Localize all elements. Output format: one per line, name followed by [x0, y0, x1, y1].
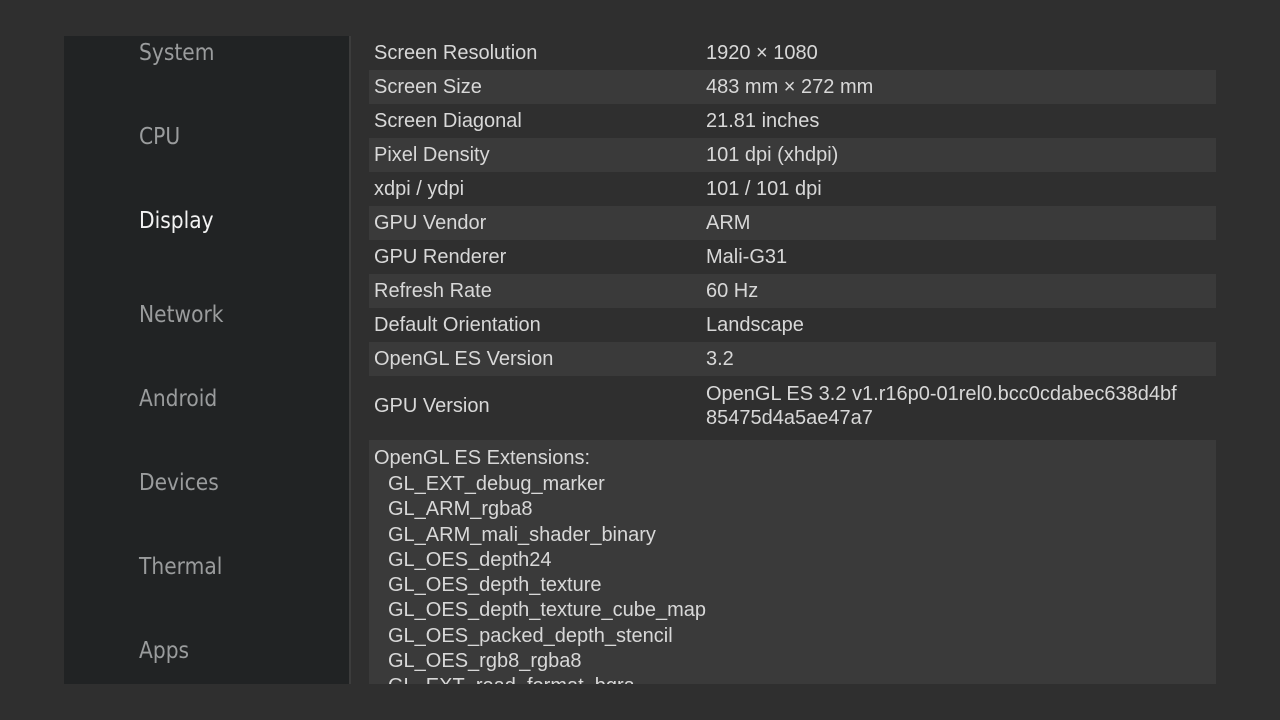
sidebar-item-apps[interactable]: Apps — [139, 638, 189, 664]
row-label: OpenGL ES Version — [374, 347, 554, 370]
row-value: 21.81 inches — [706, 110, 820, 132]
info-row-gpu-version: GPU Version OpenGL ES 3.2 v1.r16p0-01rel… — [369, 376, 1216, 436]
row-label: Pixel Density — [374, 143, 490, 166]
row-value: 101 / 101 dpi — [706, 178, 822, 200]
row-label: GPU Vendor — [374, 211, 487, 234]
sidebar-item-system[interactable]: System — [139, 40, 214, 66]
row-value: OpenGL ES 3.2 v1.r16p0-01rel0.bcc0cdabec… — [706, 382, 1216, 430]
info-row-opengl-es-version: OpenGL ES Version 3.2 — [369, 342, 1216, 376]
extension-item: GL_OES_packed_depth_stencil — [388, 624, 673, 647]
sidebar-item-thermal[interactable]: Thermal — [139, 554, 222, 580]
extensions-title: OpenGL ES Extensions: — [374, 447, 591, 469]
extension-item: GL_OES_depth_texture — [388, 574, 602, 597]
extension-item: GL_OES_depth_texture_cube_map — [388, 599, 706, 622]
display-info-panel[interactable]: Screen Resolution 1920 × 1080 Screen Siz… — [369, 36, 1216, 684]
row-label: GPU Renderer — [374, 245, 507, 268]
gpu-version-line-1: OpenGL ES 3.2 v1.r16p0-01rel0.bcc0cdabec… — [706, 383, 1177, 405]
info-row-refresh-rate: Refresh Rate 60 Hz — [369, 274, 1216, 308]
info-row-default-orientation: Default Orientation Landscape — [369, 308, 1216, 342]
info-row-xdpi-ydpi: xdpi / ydpi 101 / 101 dpi — [369, 172, 1216, 206]
extensions-list: GL_EXT_debug_marker GL_ARM_rgba8 GL_ARM_… — [369, 472, 1216, 684]
extension-item: GL_OES_depth24 — [388, 548, 552, 571]
row-value: ARM — [706, 212, 751, 234]
sidebar-item-devices[interactable]: Devices — [139, 470, 219, 496]
row-label: Screen Size — [374, 75, 482, 98]
app-frame: System CPU Display Network Android Devic… — [64, 36, 1216, 684]
gpu-version-line-2: 85475d4a5ae47a7 — [706, 407, 873, 429]
row-value: 483 mm × 272 mm — [706, 76, 874, 98]
row-label: xdpi / ydpi — [374, 177, 465, 200]
sidebar: System CPU Display Network Android Devic… — [64, 36, 351, 684]
sidebar-item-display[interactable]: Display — [139, 208, 214, 234]
row-value: 101 dpi (xhdpi) — [706, 144, 839, 166]
extension-item: GL_ARM_mali_shader_binary — [388, 523, 656, 546]
extension-item: GL_ARM_rgba8 — [388, 498, 533, 521]
sidebar-item-cpu[interactable]: CPU — [139, 124, 180, 150]
row-value: Mali-G31 — [706, 246, 788, 268]
row-label: Refresh Rate — [374, 279, 492, 302]
extension-item: GL_EXT_read_format_bgra — [388, 674, 1216, 684]
info-row-pixel-density: Pixel Density 101 dpi (xhdpi) — [369, 138, 1216, 172]
row-label: Screen Diagonal — [374, 109, 522, 132]
sidebar-item-network[interactable]: Network — [139, 302, 224, 328]
row-value: Landscape — [706, 314, 804, 336]
info-row-screen-size: Screen Size 483 mm × 272 mm — [369, 70, 1216, 104]
info-row-screen-diagonal: Screen Diagonal 21.81 inches — [369, 104, 1216, 138]
opengl-extensions-block[interactable]: OpenGL ES Extensions: GL_EXT_debug_marke… — [369, 440, 1216, 684]
row-label: Default Orientation — [374, 313, 541, 336]
info-row-screen-resolution: Screen Resolution 1920 × 1080 — [369, 36, 1216, 70]
row-label: Screen Resolution — [374, 41, 538, 64]
row-value: 3.2 — [706, 348, 734, 370]
extension-item: GL_EXT_debug_marker — [388, 473, 605, 495]
row-value: 60 Hz — [706, 280, 759, 302]
row-label: GPU Version — [374, 394, 490, 417]
info-row-gpu-vendor: GPU Vendor ARM — [369, 206, 1216, 240]
row-value: 1920 × 1080 — [706, 42, 818, 64]
sidebar-item-android[interactable]: Android — [139, 386, 217, 412]
extension-item: GL_OES_rgb8_rgba8 — [388, 650, 582, 673]
info-row-gpu-renderer: GPU Renderer Mali-G31 — [369, 240, 1216, 274]
